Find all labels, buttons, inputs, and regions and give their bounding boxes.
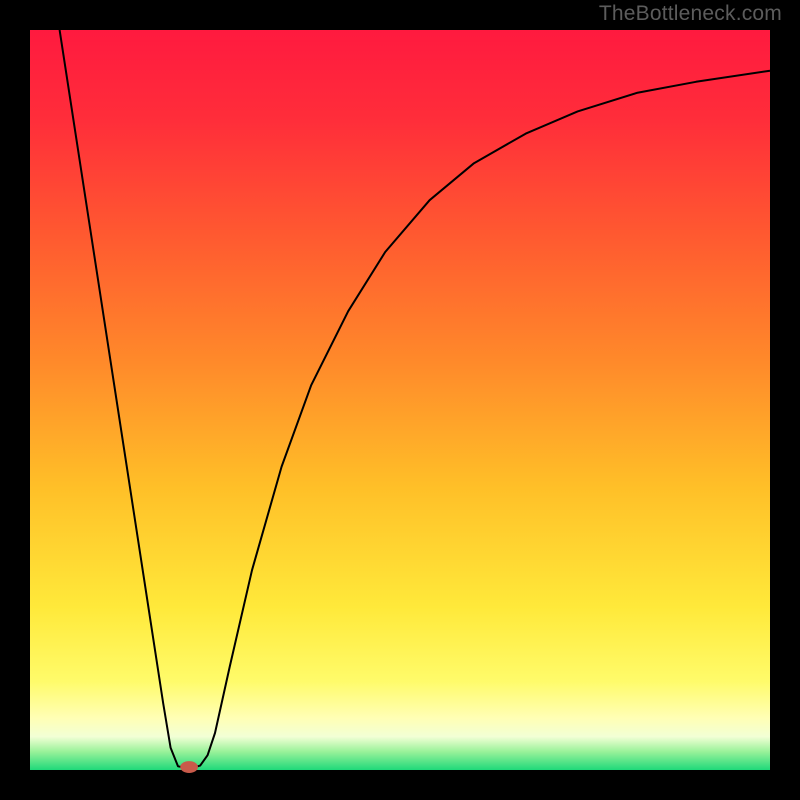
plot-background	[30, 30, 770, 770]
watermark-text: TheBottleneck.com	[599, 2, 782, 26]
chart-border	[770, 0, 800, 800]
chart-border	[0, 0, 30, 800]
chart-border	[0, 770, 800, 800]
chart-container: TheBottleneck.com	[0, 0, 800, 800]
bottleneck-chart	[0, 0, 800, 800]
optimum-marker	[180, 761, 198, 773]
